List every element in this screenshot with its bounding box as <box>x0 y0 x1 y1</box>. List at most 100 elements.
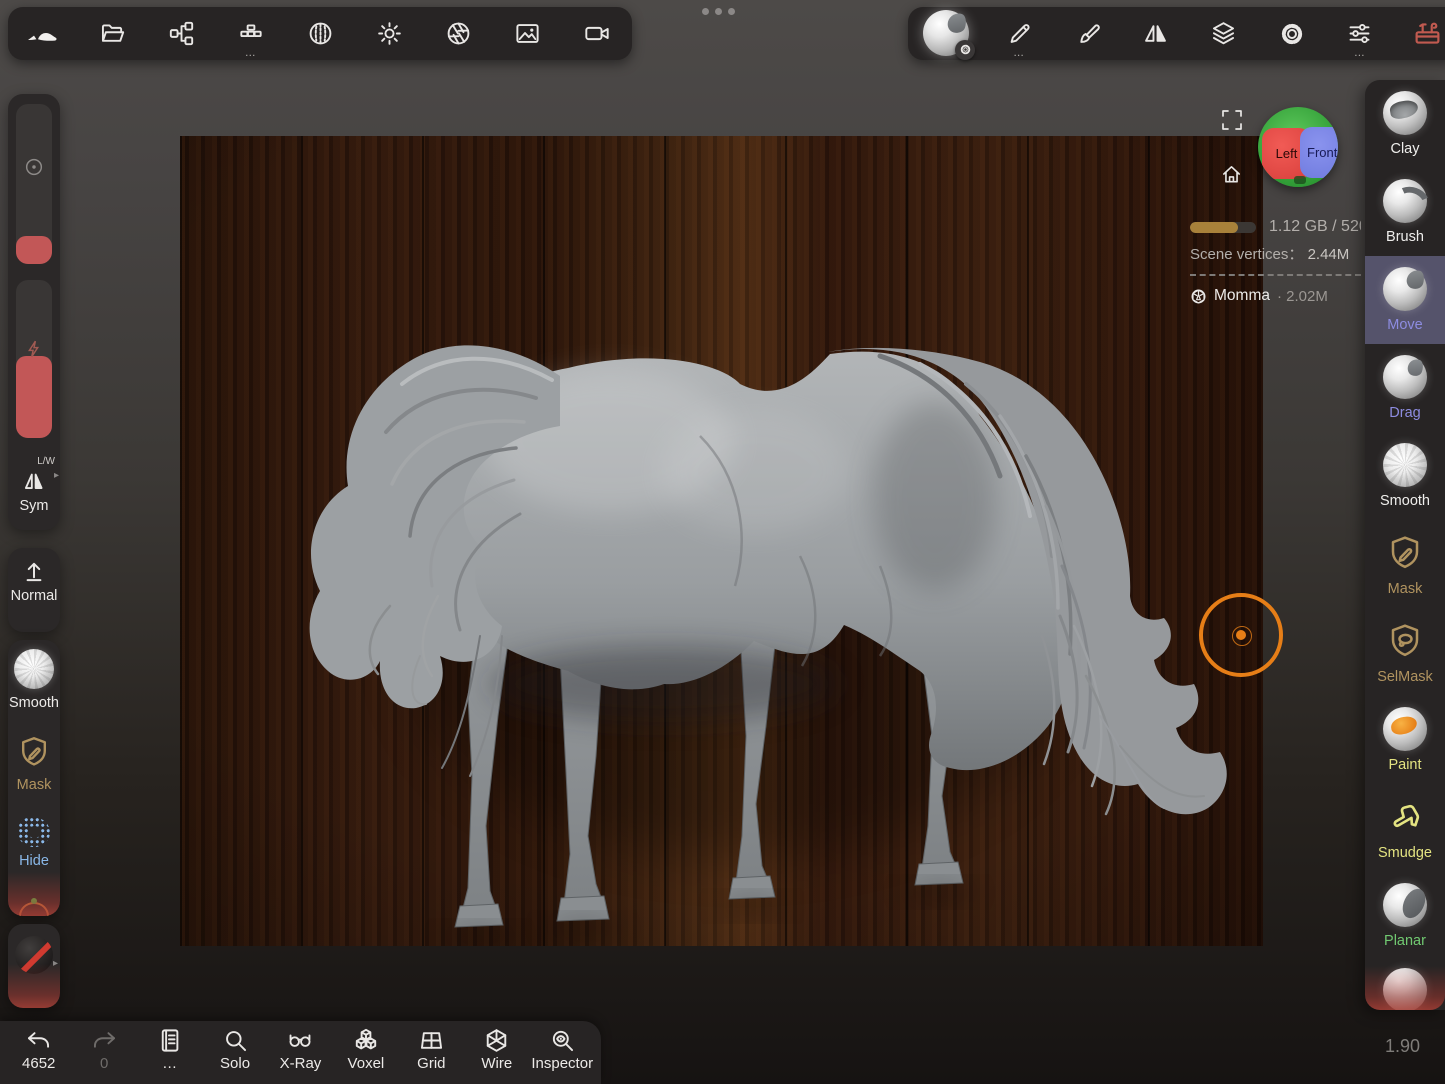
tool-selmask[interactable]: SelMask <box>1365 608 1445 696</box>
alpha-expand-arrow[interactable]: ▸ <box>53 958 58 969</box>
scene-vertices-label: Scene vertices： <box>1190 246 1303 263</box>
tool-move-label: Move <box>1387 317 1422 333</box>
grid-icon <box>418 1027 445 1054</box>
selmask-shield-icon <box>1385 619 1425 663</box>
multires-icon[interactable]: … <box>230 12 272 56</box>
toolbox-icon[interactable] <box>1407 12 1445 56</box>
gizmo-bottom-face <box>1294 176 1306 184</box>
notes-button[interactable]: … <box>137 1027 202 1072</box>
quick-mask-button[interactable]: Mask <box>8 724 60 808</box>
lw-label: L/W <box>37 456 55 467</box>
partial-sphere-icon <box>1383 968 1427 1010</box>
quick-smooth-button[interactable]: Smooth <box>8 640 60 724</box>
tool-clay[interactable]: Clay <box>1365 80 1445 168</box>
stroke-pencil-icon[interactable]: … <box>998 12 1040 56</box>
scene-graph-icon[interactable] <box>161 12 203 56</box>
redo-button[interactable]: 0 <box>71 1027 136 1072</box>
normal-arrow-icon <box>8 548 60 586</box>
quick-mask-label: Mask <box>17 777 52 793</box>
background-image-icon[interactable] <box>507 12 549 56</box>
tool-planar-label: Planar <box>1384 933 1426 949</box>
alpha-panel[interactable]: ▸ <box>8 924 60 1008</box>
smudge-finger-icon <box>1385 795 1425 839</box>
gizmo-front-face[interactable]: Front <box>1300 127 1338 178</box>
undo-icon <box>25 1027 52 1054</box>
material-paintbrush-icon[interactable] <box>1066 12 1108 56</box>
options-sliders-icon[interactable]: … <box>1339 12 1381 56</box>
tool-paint-label: Paint <box>1388 757 1421 773</box>
symmetry-mirror-icon[interactable] <box>1134 12 1176 56</box>
symmetry-icon[interactable] <box>8 468 60 494</box>
gizmo-arc-icon <box>18 900 50 916</box>
nomad-logo-icon[interactable] <box>22 12 64 56</box>
orientation-gizmo[interactable]: Left Front <box>1258 107 1338 187</box>
xray-label: X-Ray <box>280 1055 322 1072</box>
layers-icon[interactable] <box>1203 12 1245 56</box>
wire-icon <box>483 1027 510 1054</box>
drag-thumb-icon <box>1383 355 1427 399</box>
solo-button[interactable]: Solo <box>202 1027 267 1072</box>
tool-move[interactable]: Move <box>1365 256 1445 344</box>
xray-icon <box>286 1027 314 1054</box>
tool-drag-label: Drag <box>1389 405 1420 421</box>
files-folder-icon[interactable] <box>91 12 133 56</box>
intensity-icon <box>23 338 45 360</box>
settings-gear-icon[interactable] <box>1271 12 1313 56</box>
gizmo-left-label: Left <box>1276 146 1298 161</box>
tool-drag[interactable]: Drag <box>1365 344 1445 432</box>
smooth-ball-icon <box>14 649 54 689</box>
voxel-button[interactable]: Voxel <box>333 1027 398 1072</box>
postprocess-aperture-icon[interactable] <box>438 12 480 56</box>
mask-shield-icon <box>1385 531 1425 575</box>
fullscreen-icon[interactable] <box>1221 109 1243 131</box>
clay-thumb-icon <box>1383 91 1427 135</box>
horse-sculpture <box>180 136 1263 946</box>
voxel-label: Voxel <box>348 1055 385 1072</box>
toolbar-drag-handle[interactable] <box>702 8 735 15</box>
object-name: Momma <box>1214 287 1270 305</box>
camera-video-icon[interactable] <box>576 12 618 56</box>
tool-mask[interactable]: Mask <box>1365 520 1445 608</box>
intensity-slider-fill <box>16 356 52 438</box>
top-right-toolbar: … … <box>908 7 1445 60</box>
brush-settings-gear-icon[interactable] <box>955 40 975 60</box>
mask-shield-icon <box>16 733 52 771</box>
gizmo-tool-partial[interactable] <box>8 892 60 916</box>
tool-next-partial[interactable] <box>1365 960 1445 1010</box>
brush-preview-icon[interactable] <box>920 12 972 56</box>
tool-smooth[interactable]: Smooth <box>1365 432 1445 520</box>
tool-paint[interactable]: Paint <box>1365 696 1445 784</box>
sculpt-canvas[interactable] <box>180 136 1263 946</box>
home-icon[interactable] <box>1220 163 1243 186</box>
scene-stats: 1.12 GB / 520 MB Scene vertices： 2.44M M… <box>1190 218 1361 305</box>
tool-planar[interactable]: Planar <box>1365 872 1445 960</box>
inspector-button[interactable]: Inspector <box>530 1027 595 1072</box>
voxel-icon <box>352 1027 380 1054</box>
lighting-sun-icon[interactable] <box>368 12 410 56</box>
tool-brush[interactable]: Brush <box>1365 168 1445 256</box>
intensity-slider[interactable] <box>16 280 52 438</box>
matcap-icon[interactable] <box>299 12 341 56</box>
grid-button[interactable]: Grid <box>399 1027 464 1072</box>
normal-mode-panel[interactable]: Normal <box>8 548 60 632</box>
radius-slider[interactable] <box>16 104 52 264</box>
object-icon <box>1190 288 1207 305</box>
hide-icon <box>18 817 50 847</box>
object-row[interactable]: Momma · 2.02M <box>1190 287 1361 305</box>
quick-hide-label: Hide <box>19 853 49 869</box>
inspector-icon <box>549 1027 576 1054</box>
alpha-none-icon <box>15 936 53 974</box>
options-more: … <box>1354 48 1366 59</box>
wire-button[interactable]: Wire <box>464 1027 529 1072</box>
zoom-level: 1.90 <box>1385 1036 1420 1057</box>
tool-smudge[interactable]: Smudge <box>1365 784 1445 872</box>
xray-button[interactable]: X-Ray <box>268 1027 333 1072</box>
memory-bar <box>1190 222 1256 233</box>
undo-button[interactable]: 4652 <box>6 1027 71 1072</box>
quick-hide-button[interactable]: Hide <box>8 808 60 892</box>
smooth-thumb-icon <box>1383 443 1427 487</box>
solo-icon <box>222 1027 249 1054</box>
brush-cursor <box>1199 593 1283 677</box>
quick-tools-panel: Smooth Mask Hide <box>8 640 60 916</box>
top-left-toolbar: … <box>8 7 632 60</box>
